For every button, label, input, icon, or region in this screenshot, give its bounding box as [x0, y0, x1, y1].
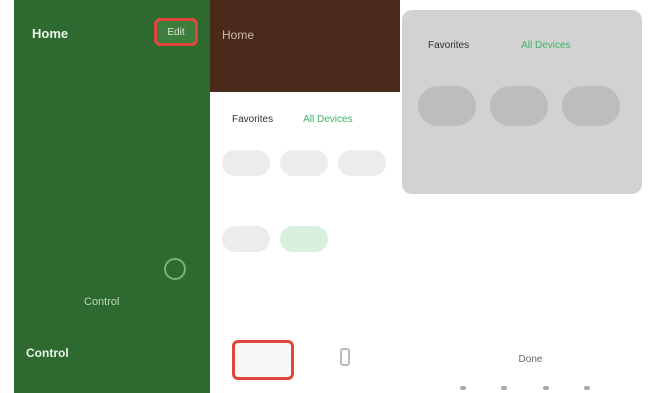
page-dot	[583, 386, 590, 390]
page-dot	[460, 386, 466, 390]
add-device-button[interactable]	[232, 340, 294, 380]
device-pill[interactable]	[222, 226, 270, 252]
pill-row	[222, 150, 386, 176]
pill-row	[418, 86, 620, 126]
tab-row: Favorites All Devices	[232, 114, 353, 125]
page-dot	[542, 386, 549, 390]
home-panel: Home Edit Control Control	[14, 0, 210, 393]
device-pill[interactable]	[222, 150, 270, 176]
device-pill[interactable]	[418, 86, 476, 126]
home-title: Home	[32, 26, 69, 41]
device-pill[interactable]	[562, 86, 620, 126]
device-pill-active[interactable]	[280, 226, 328, 252]
page-dot	[501, 386, 508, 390]
device-pill[interactable]	[338, 150, 386, 176]
tab-favorites[interactable]: Favorites	[428, 40, 469, 51]
header-banner	[210, 0, 402, 92]
device-pill[interactable]	[280, 150, 328, 176]
tab-row: Favorites All Devices	[428, 40, 571, 51]
banner-title: Home	[222, 28, 255, 42]
page-indicator	[460, 386, 590, 390]
phone-icon[interactable]	[340, 348, 350, 366]
device-card: Favorites All Devices	[212, 96, 400, 296]
devices-panel: Home Favorites All Devices	[210, 0, 402, 393]
dimmed-sheet: Favorites All Devices	[402, 10, 642, 194]
control-section-title: Control	[26, 346, 69, 360]
center-label: Control	[84, 296, 120, 308]
menu-panel: Favorites All Devices Done	[400, 0, 661, 393]
done-button[interactable]: Done	[400, 354, 661, 365]
refresh-icon[interactable]	[164, 258, 186, 280]
tab-favorites[interactable]: Favorites	[232, 114, 273, 125]
pill-row	[222, 226, 328, 252]
tab-all-devices[interactable]: All Devices	[303, 114, 352, 125]
tab-all-devices[interactable]: All Devices	[521, 40, 570, 51]
action-menu: Done	[400, 194, 661, 393]
device-pill[interactable]	[490, 86, 548, 126]
edit-button[interactable]: Edit	[154, 18, 198, 46]
